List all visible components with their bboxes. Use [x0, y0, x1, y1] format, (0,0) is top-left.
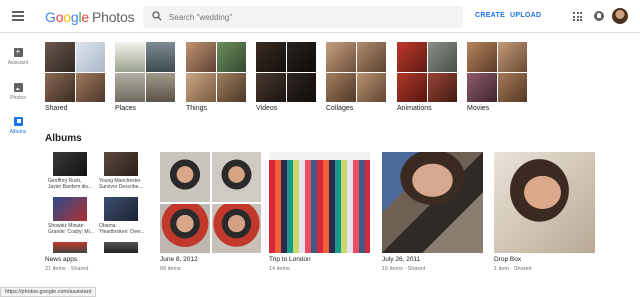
album-name: June 8, 2012 — [160, 256, 198, 263]
album-meta: 16 items · Shared — [382, 266, 426, 272]
news-caption: Obama: 'Heartbroken' Over... — [99, 223, 145, 235]
menu-icon[interactable] — [12, 11, 24, 21]
category-things[interactable]: Things — [186, 42, 246, 112]
sidebar-item-albums[interactable]: Albums — [0, 117, 36, 135]
category-videos[interactable]: Videos — [256, 42, 316, 112]
category-collages[interactable]: Collages — [326, 42, 386, 112]
news-caption: Young Manchester Survivor Describe... — [99, 178, 143, 190]
category-animations[interactable]: Animations — [397, 42, 457, 112]
sidebar-item-photos[interactable]: Photos — [0, 83, 36, 101]
news-item: Showbiz Minute: Grande; Cosby; Mi... — [45, 197, 95, 247]
category-thumbnail — [397, 42, 457, 102]
albums-heading: Albums — [45, 133, 82, 144]
category-movies[interactable]: Movies — [467, 42, 527, 112]
assistant-icon — [13, 47, 23, 57]
albums-icon — [13, 117, 23, 126]
album-name: Drop Box — [494, 256, 522, 263]
avatar[interactable] — [612, 8, 628, 24]
album-name: Trip to London — [269, 256, 311, 263]
album-meta: 68 items — [160, 266, 181, 272]
category-thumbnail — [186, 42, 246, 102]
album-meta: 1 item · Shared — [494, 266, 532, 272]
album-cover — [494, 152, 595, 253]
album-cover: Geoffrey Rush, Javier Bardem dis... Youn… — [45, 152, 146, 253]
album-cover — [269, 152, 370, 253]
sidebar-item-label: Albums — [9, 129, 27, 135]
news-caption: Showbiz Minute: Grande; Cosby; Mi... — [48, 223, 94, 235]
sidebar-item-assistant[interactable]: Assistant — [0, 47, 36, 66]
category-label: Animations — [397, 105, 432, 112]
notifications-icon[interactable] — [594, 11, 604, 21]
album-name: July 26, 2011 — [382, 256, 421, 263]
status-bar-url: https://photos.google.com/assistant — [0, 287, 97, 297]
news-thumbnail — [53, 242, 87, 253]
category-label: Movies — [467, 105, 490, 112]
news-thumbnail — [104, 197, 138, 221]
search-bar[interactable] — [143, 6, 463, 28]
news-item: Geoffrey Rush, Javier Bardem dis... — [45, 152, 95, 202]
album-meta: 14 items — [269, 266, 290, 272]
google-wordmark: Google — [45, 9, 89, 25]
category-label: Videos — [256, 105, 278, 112]
news-thumbnail — [104, 152, 138, 176]
album-cover — [382, 152, 483, 253]
logo-letter: e — [81, 9, 89, 25]
news-item: Young Manchester Survivor Describe... — [96, 152, 146, 202]
album-name: News apps — [45, 256, 78, 263]
news-thumbnail — [104, 242, 138, 253]
category-thumbnail — [256, 42, 316, 102]
category-label: Things — [186, 105, 208, 112]
upload-button[interactable]: UPLOAD — [510, 12, 541, 19]
category-label: Shared — [45, 105, 68, 112]
category-label: Collages — [326, 105, 354, 112]
album-meta: 21 items · Shared — [45, 266, 89, 272]
category-thumbnail — [467, 42, 527, 102]
news-caption: Geoffrey Rush, Javier Bardem dis... — [48, 178, 93, 190]
category-shared[interactable]: Shared — [45, 42, 105, 112]
logo-letter: o — [63, 9, 71, 25]
photos-icon — [13, 83, 23, 92]
photos-wordmark: Photos — [92, 9, 135, 25]
create-button[interactable]: CREATE — [475, 12, 505, 19]
search-icon — [152, 11, 162, 21]
sidebar-item-label: Photos — [10, 95, 26, 101]
category-thumbnail — [326, 42, 386, 102]
logo-letter: G — [45, 9, 56, 25]
category-label: Places — [115, 105, 137, 112]
apps-grid-icon[interactable] — [573, 12, 582, 21]
category-thumbnail — [45, 42, 105, 102]
search-input[interactable] — [169, 9, 449, 25]
album-cover — [160, 152, 261, 253]
sidebar-item-label: Assistant — [7, 60, 29, 66]
news-item: Obama: 'Heartbroken' Over... — [96, 197, 146, 247]
category-thumbnail — [115, 42, 175, 102]
top-bar: GooglePhotos CREATE UPLOAD — [0, 0, 640, 33]
category-places[interactable]: Places — [115, 42, 175, 112]
news-thumbnail — [53, 152, 87, 176]
news-thumbnail — [53, 197, 87, 221]
google-photos-logo[interactable]: Google Photos — [45, 9, 135, 25]
